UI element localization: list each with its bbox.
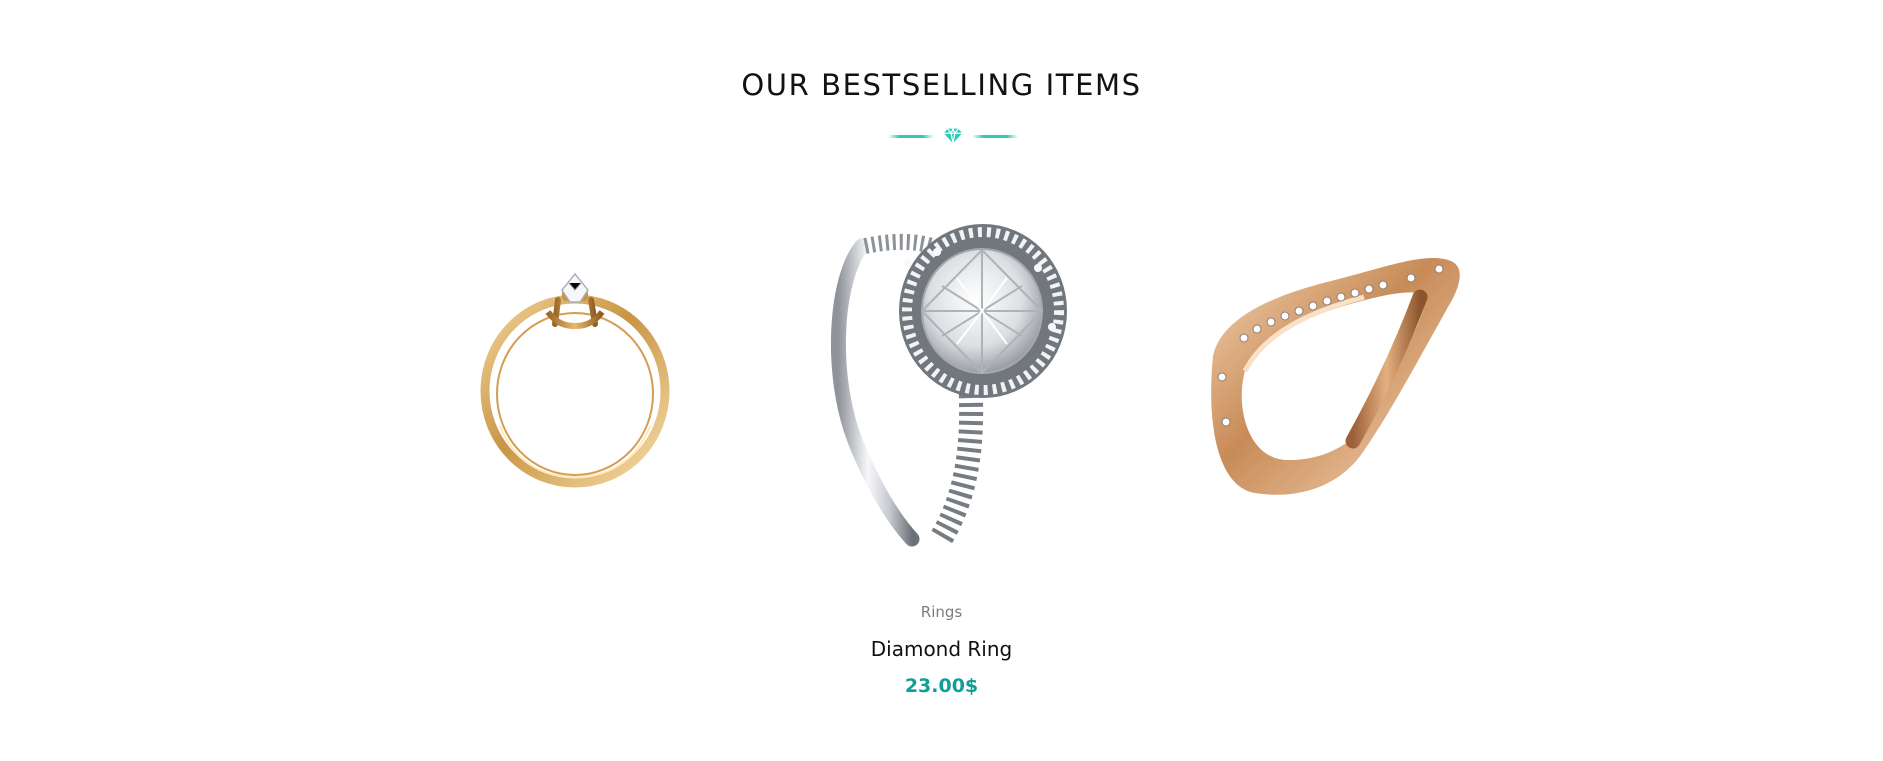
title-divider [885,125,1021,147]
product-image-gold-solitaire-ring[interactable] [470,255,680,490]
divider-line-right [972,134,1018,138]
divider-line-left [888,134,934,138]
bestselling-section: OUR BESTSELLING ITEMS Rings Diamond Ring… [0,0,1883,761]
product-name[interactable]: Diamond Ring [0,637,1883,661]
product-category: Rings [920,603,963,621]
product-image-silver-halo-diamond-ring[interactable] [820,198,1100,548]
section-title: OUR BESTSELLING ITEMS [741,68,1142,102]
diamond-icon [943,128,963,144]
product-price: 23.00$ [904,675,979,697]
product-image-rose-gold-curved-band[interactable] [1200,245,1465,505]
